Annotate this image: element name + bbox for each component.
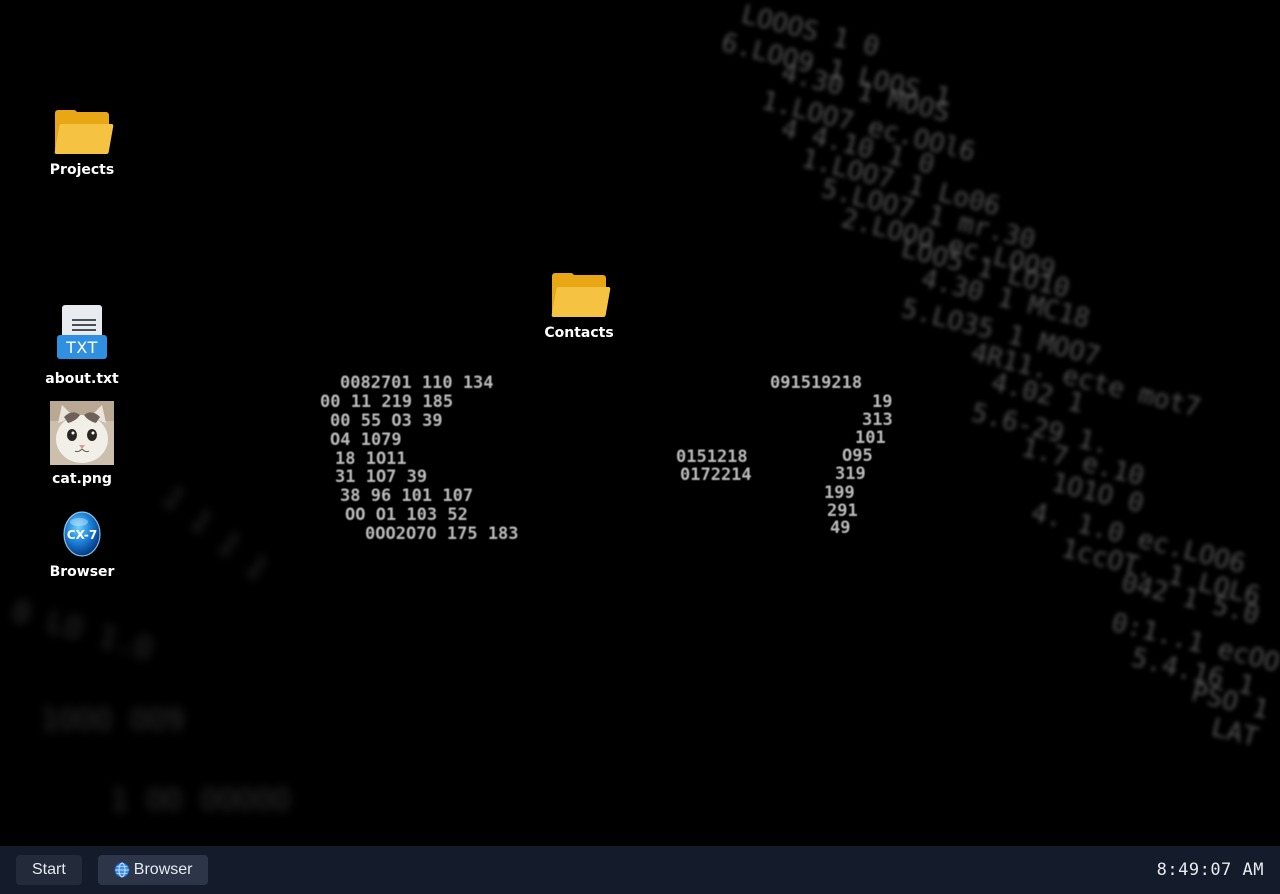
svg-text:49: 49: [830, 518, 850, 538]
svg-text:31 1O7 39: 31 1O7 39: [335, 467, 427, 487]
desktop-icon-cat-png[interactable]: cat.png: [32, 401, 132, 487]
svg-text:38 96 101 107: 38 96 101 107: [340, 486, 473, 506]
svg-text:1 OO OOOOO: 1 OO OOOOO: [110, 783, 291, 818]
txt-file-icon: TXT: [54, 305, 110, 363]
svg-text:19: 19: [872, 392, 892, 412]
desktop-icon-browser[interactable]: CX-7 Browser: [32, 508, 132, 580]
desktop-icon-label: Browser: [49, 564, 115, 580]
svg-text:0172214: 0172214: [680, 465, 752, 485]
desktop-icon-label: Contacts: [544, 325, 614, 341]
desktop-icon-projects[interactable]: Projects: [32, 110, 132, 178]
globe-icon: [114, 862, 130, 878]
wallpaper: LOOOS 1 0 6.LOO9 1 LOOS 1 4.30 1 MOOS 1.…: [0, 0, 1280, 846]
browser-app-icon: CX-7: [57, 508, 107, 558]
svg-text:313: 313: [862, 410, 893, 430]
browser-logo-text: CX-7: [67, 528, 97, 542]
desktop-icon-label: about.txt: [45, 371, 119, 387]
folder-icon: [550, 273, 611, 319]
folder-icon: [53, 110, 114, 156]
desktop-icon-label: Projects: [49, 162, 115, 178]
svg-text:319: 319: [835, 464, 866, 484]
taskbar-item-browser[interactable]: Browser: [97, 855, 209, 885]
svg-text:091519218: 091519218: [770, 373, 862, 393]
taskbar-clock: 8:49:07 AM: [1156, 860, 1264, 880]
svg-text:1OOO OO9: 1OOO OO9: [40, 703, 185, 738]
svg-text:0082701 110 134: 0082701 110 134: [340, 373, 494, 393]
svg-text:O4 1079: O4 1079: [330, 430, 402, 450]
svg-text:00 55 O3 39: 00 55 O3 39: [330, 411, 443, 431]
svg-text:101: 101: [855, 428, 886, 448]
svg-text:0 LO 1.O: 0 LO 1.O: [8, 594, 157, 667]
taskbar: Start Browser 8:49:07 AM: [0, 846, 1280, 894]
svg-text:00 11 219 185: 00 11 219 185: [320, 392, 453, 412]
svg-text:1 1 1 1: 1 1 1 1: [155, 479, 274, 587]
svg-text:199: 199: [824, 483, 855, 503]
taskbar-item-label: Browser: [133, 861, 193, 878]
svg-text:OO O1 103 52: OO O1 103 52: [345, 505, 468, 525]
svg-text:0151218: 0151218: [676, 447, 748, 467]
svg-text:0OO2O7O 175 183: 0OO2O7O 175 183: [365, 524, 519, 544]
desktop-icon-about-txt[interactable]: TXT about.txt: [32, 305, 132, 387]
desktop[interactable]: LOOOS 1 0 6.LOO9 1 LOOS 1 4.30 1 MOOS 1.…: [0, 0, 1280, 846]
svg-text:O95: O95: [842, 446, 873, 466]
txt-badge: TXT: [57, 335, 107, 359]
desktop-icon-contacts[interactable]: Contacts: [529, 273, 629, 341]
desktop-icon-label: cat.png: [52, 471, 112, 487]
svg-text:18 1O11: 18 1O11: [335, 449, 407, 469]
start-button[interactable]: Start: [16, 855, 82, 885]
cat-image-thumbnail: [50, 401, 114, 465]
